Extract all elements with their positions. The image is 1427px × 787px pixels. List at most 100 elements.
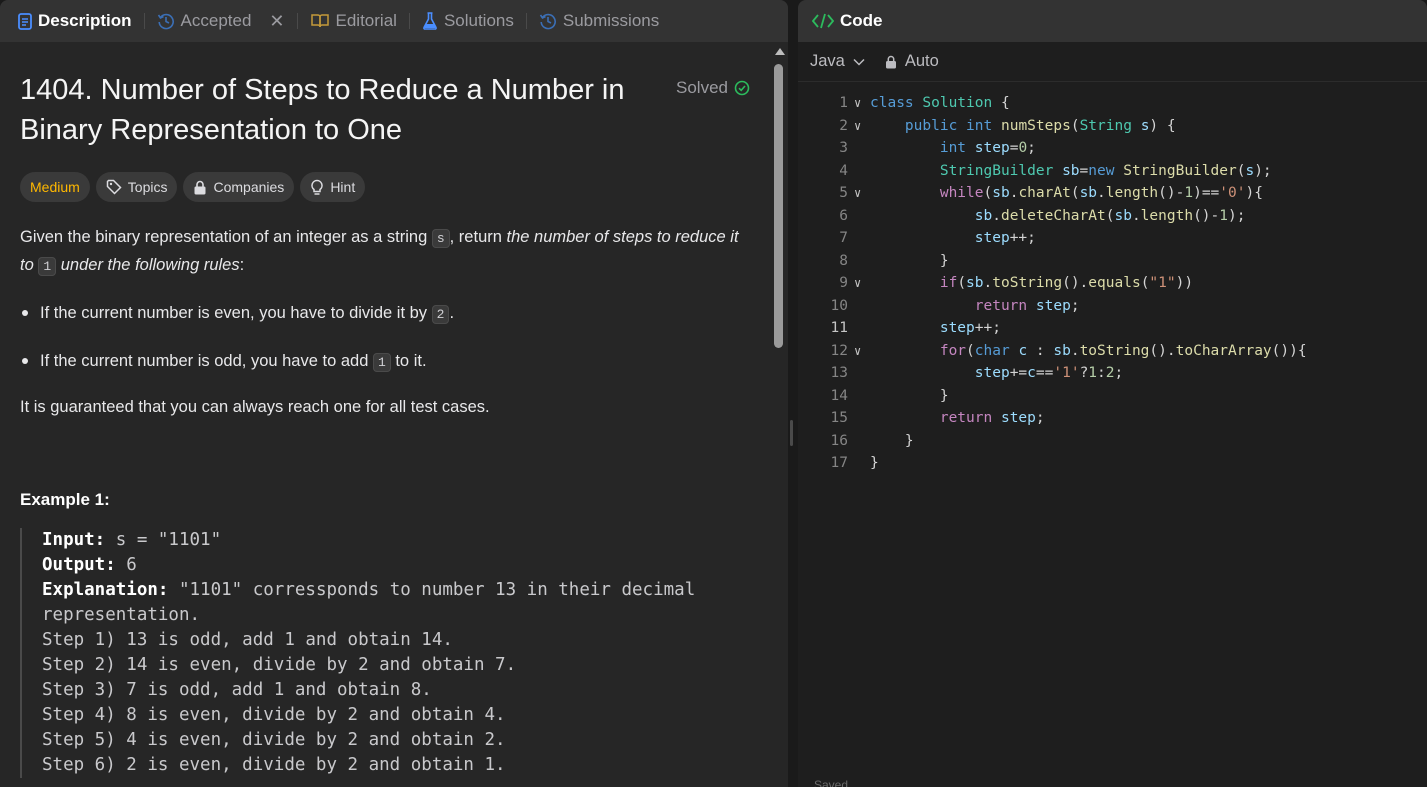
code-line[interactable]: 13 step+=c=='1'?1:2; xyxy=(798,362,1427,385)
language-select[interactable]: Java xyxy=(810,52,865,71)
inline-code: s xyxy=(431,229,450,248)
code-line[interactable]: 16 } xyxy=(798,430,1427,453)
code-text: if(sb.toString().equals("1")) xyxy=(939,275,1194,291)
companies-button[interactable]: Companies xyxy=(183,172,295,202)
code-text: sb.deleteCharAt(sb.length()-1); xyxy=(974,207,1246,224)
panel-resize-handle[interactable] xyxy=(790,420,793,446)
tab-divider xyxy=(296,13,298,29)
code-brackets-icon xyxy=(812,13,834,29)
example-input: Input: s = "1101" xyxy=(42,528,752,553)
code-line[interactable]: 10 return step; xyxy=(798,295,1427,318)
difficulty-label: Medium xyxy=(30,179,80,195)
code-line[interactable]: 9 ∨ if(sb.toString().equals("1")) xyxy=(798,272,1427,295)
fold-chevron-icon[interactable]: ∨ xyxy=(854,340,861,363)
example-step: Step 6) 2 is even, divide by 2 and obtai… xyxy=(42,755,506,775)
example-explanation: Explanation: "1101" corressponds to numb… xyxy=(42,578,752,603)
scroll-thumb[interactable] xyxy=(774,64,783,348)
guarantee-note: It is guaranteed that you can always rea… xyxy=(20,398,490,416)
code-text: } xyxy=(870,455,879,471)
line-number: 1 xyxy=(839,95,848,111)
language-label: Java xyxy=(810,52,845,70)
code-line[interactable]: 2 ∨ public int numSteps(String s) { xyxy=(798,115,1427,138)
example-step: Step 5) 4 is even, divide by 2 and obtai… xyxy=(42,730,506,750)
auto-mode[interactable]: Auto xyxy=(885,52,939,71)
line-number: 17 xyxy=(830,455,848,471)
problem-statement: Given the binary representation of an in… xyxy=(20,224,752,280)
history-icon xyxy=(539,13,556,30)
code-line[interactable]: 17} xyxy=(798,452,1427,475)
example-title: Example 1: xyxy=(20,490,110,509)
code-line[interactable]: 11 step++; xyxy=(798,317,1427,340)
code-line[interactable]: 14 } xyxy=(798,385,1427,408)
tab-submissions[interactable]: Submissions xyxy=(535,11,663,31)
fold-chevron-icon[interactable]: ∨ xyxy=(854,92,861,115)
tab-solutions[interactable]: Solutions xyxy=(418,11,518,31)
solved-label: Solved xyxy=(676,78,728,97)
code-line[interactable]: 7 step++; xyxy=(798,227,1427,250)
tab-accepted[interactable]: Accepted ✕ xyxy=(153,11,289,32)
description-scrollbar[interactable] xyxy=(772,42,786,787)
code-text: } xyxy=(870,432,914,449)
app-window: Description Accepted ✕ Editorial Solutio… xyxy=(0,0,1427,787)
history-icon xyxy=(157,13,174,30)
code-line[interactable]: 4 StringBuilder sb=new StringBuilder(s); xyxy=(798,160,1427,183)
code-line[interactable]: 1 ∨ class Solution { xyxy=(798,92,1427,115)
code-line[interactable]: 15 return step; xyxy=(798,407,1427,430)
code-panel: Code Java Auto 1 ∨ class Solution { 2 ∨ pub… xyxy=(798,0,1427,787)
code-line[interactable]: 5 ∨ while(sb.charAt(sb.length()-1)=='0'){ xyxy=(798,182,1427,205)
code-text: step++; xyxy=(939,320,1001,336)
saved-status: Saved xyxy=(814,778,849,787)
code-text: class Solution { xyxy=(870,95,1010,111)
rules-list: If the current number is even, you have … xyxy=(20,300,752,376)
code-text: public int numSteps(String s) { xyxy=(904,117,1176,134)
code-line[interactable]: 12 ∨ for(char c : sb.toString().toCharArr… xyxy=(798,340,1427,363)
line-number: 4 xyxy=(839,162,848,179)
line-number: 15 xyxy=(830,410,848,426)
fold-chevron-icon[interactable]: ∨ xyxy=(854,115,861,138)
tab-accepted-label: Accepted xyxy=(180,11,252,30)
statement-text: : xyxy=(239,256,245,274)
code-text: while(sb.charAt(sb.length()-1)=='0'){ xyxy=(939,185,1263,201)
scroll-up-arrow-icon[interactable] xyxy=(775,48,785,55)
left-tabbar: Description Accepted ✕ Editorial Solutio… xyxy=(0,0,788,42)
hint-button[interactable]: Hint xyxy=(300,172,366,202)
inline-code: 2 xyxy=(431,305,450,324)
line-number: 6 xyxy=(839,207,848,224)
rule-text: . xyxy=(449,304,455,322)
flask-icon xyxy=(423,12,437,30)
code-editor[interactable]: 1 ∨ class Solution { 2 ∨ public int numStep… xyxy=(798,92,1427,475)
topics-label: Topics xyxy=(127,179,168,195)
line-number: 7 xyxy=(839,230,848,246)
output-value: 6 xyxy=(115,555,137,575)
fold-chevron-icon[interactable]: ∨ xyxy=(854,272,861,295)
problem-title[interactable]: 1404. Number of Steps to Reduce a Number… xyxy=(20,70,640,150)
code-line[interactable]: 3 int step=0; xyxy=(798,137,1427,160)
lightbulb-icon xyxy=(311,179,324,195)
code-line[interactable]: 8 } xyxy=(798,250,1427,273)
rule-text: If the current number is odd, you have t… xyxy=(40,352,373,370)
companies-label: Companies xyxy=(213,179,285,195)
inline-code: 1 xyxy=(38,257,57,276)
code-line[interactable]: 6 sb.deleteCharAt(sb.length()-1); xyxy=(798,205,1427,228)
auto-label: Auto xyxy=(904,52,939,70)
input-label: Input: xyxy=(42,530,106,550)
title-row: 1404. Number of Steps to Reduce a Number… xyxy=(20,70,752,150)
example-step: Step 3) 7 is odd, add 1 and obtain 8. xyxy=(42,680,432,700)
example-step: Step 2) 14 is even, divide by 2 and obta… xyxy=(42,655,517,675)
line-number: 13 xyxy=(830,365,848,381)
check-circle-icon xyxy=(734,80,750,96)
topics-button[interactable]: Topics xyxy=(95,172,178,202)
fold-chevron-icon[interactable]: ∨ xyxy=(854,182,861,205)
tab-divider xyxy=(525,13,527,29)
tag-icon xyxy=(106,179,122,195)
tab-editorial[interactable]: Editorial xyxy=(306,11,401,31)
list-item: If the current number is odd, you have t… xyxy=(20,348,752,376)
code-text: } xyxy=(870,252,949,269)
tab-description[interactable]: Description xyxy=(14,11,136,31)
list-item: If the current number is even, you have … xyxy=(20,300,752,328)
close-tab-icon[interactable]: ✕ xyxy=(269,11,284,32)
line-number: 8 xyxy=(839,252,848,269)
explanation-continued: representation. xyxy=(42,605,201,625)
tag-row: Medium Topics Companies Hint xyxy=(20,172,752,202)
output-label: Output: xyxy=(42,555,116,575)
